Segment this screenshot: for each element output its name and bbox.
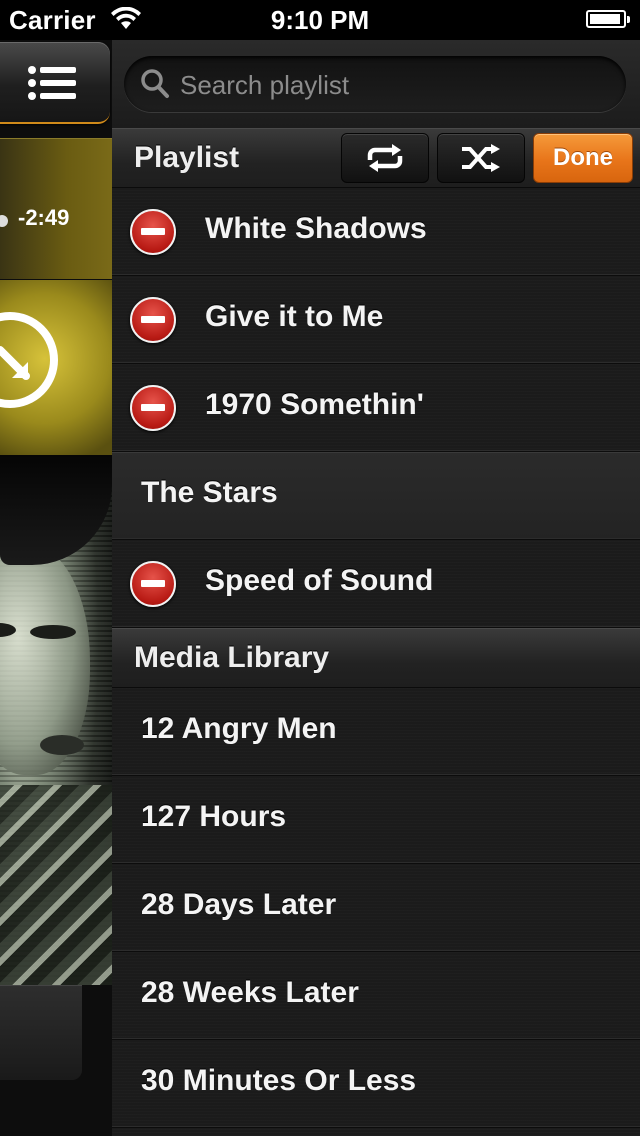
album-art <box>0 455 112 985</box>
battery-icon <box>586 10 630 28</box>
clock: 9:10 PM <box>270 5 370 35</box>
library-item-title: 127 Hours <box>141 800 287 833</box>
library-item-title: 12 Angry Men <box>141 712 337 745</box>
menu-icon <box>28 66 76 100</box>
playlist-item-title: White Shadows <box>205 212 427 245</box>
delete-icon[interactable] <box>130 561 176 607</box>
player-controls[interactable] <box>0 985 82 1080</box>
playlist-item[interactable]: Speed of Sound <box>112 540 640 628</box>
playlist-item[interactable]: 1970 Somethin' <box>112 364 640 452</box>
delete-icon[interactable] <box>130 209 176 255</box>
repeat-icon <box>367 144 403 172</box>
library-item[interactable]: 28 Weeks Later <box>112 952 640 1040</box>
playlist-header: Playlist Done <box>112 128 640 188</box>
shuffle-icon <box>462 144 500 172</box>
playlist-item[interactable]: White Shadows <box>112 188 640 276</box>
time-remaining: -2:49 <box>18 205 70 230</box>
delete-icon[interactable] <box>130 385 176 431</box>
playlist-item[interactable]: Give it to Me <box>112 276 640 364</box>
fullscreen-icon[interactable] <box>0 310 60 410</box>
shuffle-button[interactable] <box>437 133 525 183</box>
playback-progress[interactable]: -2:49 <box>0 138 112 279</box>
playlist-item-title: Give it to Me <box>205 300 384 333</box>
player-panel: -2:49 <box>0 40 112 1136</box>
library-item[interactable]: 28 Days Later <box>112 864 640 952</box>
playlist-item-title: Speed of Sound <box>205 564 434 597</box>
search-bar <box>112 40 640 128</box>
library-item-title: 28 Days Later <box>141 888 337 921</box>
battery-level <box>590 14 620 24</box>
search-input[interactable] <box>178 64 612 106</box>
repeat-button[interactable] <box>341 133 429 183</box>
library-item[interactable]: 12 Angry Men <box>112 688 640 776</box>
playlist-title: Playlist <box>134 141 240 174</box>
library-item-title: 30 Minutes Or Less <box>141 1064 417 1097</box>
search-field[interactable] <box>124 56 626 112</box>
progress-knob[interactable] <box>0 215 8 227</box>
done-button[interactable]: Done <box>533 133 633 183</box>
library-item[interactable]: 30 Minutes Or Less <box>112 1040 640 1128</box>
video-area <box>0 280 112 455</box>
menu-button[interactable] <box>0 42 110 124</box>
playlist-item-current[interactable]: The Stars <box>112 452 640 540</box>
library-item[interactable]: 127 Hours <box>112 776 640 864</box>
delete-icon[interactable] <box>130 297 176 343</box>
media-library-title: Media Library <box>134 641 330 674</box>
media-library-header: Media Library <box>112 628 640 688</box>
library-item-title: 28 Weeks Later <box>141 976 359 1009</box>
playlist-item-title: The Stars <box>141 476 278 509</box>
playlist-panel: Playlist Done White Shadows Give it to M… <box>112 40 640 1136</box>
status-bar: Carrier 9:10 PM <box>0 0 640 40</box>
search-icon <box>141 69 169 98</box>
playlist-item-title: 1970 Somethin' <box>205 388 424 421</box>
